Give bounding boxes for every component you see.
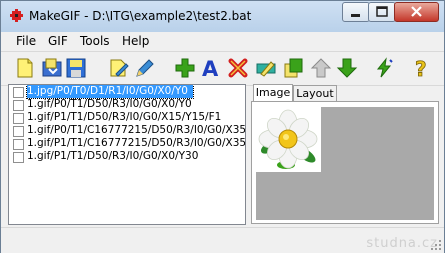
open-file-button[interactable] bbox=[41, 57, 63, 79]
move-up-button[interactable] bbox=[310, 57, 332, 79]
menu-file[interactable]: File bbox=[16, 34, 36, 48]
add-text-button[interactable]: A bbox=[200, 57, 222, 81]
copy-item-button[interactable] bbox=[282, 57, 304, 79]
move-down-button[interactable] bbox=[336, 57, 358, 79]
save-file-button[interactable] bbox=[65, 57, 87, 79]
list-item-text: 1.gif/P1/T1/C16777215/D50/R3/I0/G0/X35 bbox=[27, 137, 246, 149]
script-list[interactable]: 1.jpg/P0/T0/D1/R1/I0/G0/X0/Y0 1.gif/P0/T… bbox=[8, 84, 246, 225]
menu-gif[interactable]: GIF bbox=[48, 34, 68, 48]
svg-text:?: ? bbox=[415, 57, 427, 79]
close-icon bbox=[411, 6, 422, 17]
minimize-button[interactable] bbox=[342, 2, 370, 22]
list-item-text: 1.gif/P0/T1/D50/R3/I0/G0/X0/Y0 bbox=[27, 98, 192, 110]
watermark: studna.cz bbox=[366, 236, 438, 251]
maximize-button[interactable] bbox=[368, 2, 396, 22]
save-file-icon bbox=[66, 58, 86, 78]
arrow-down-icon bbox=[336, 58, 358, 78]
tab-layout[interactable]: Layout bbox=[293, 85, 337, 101]
edit-file-icon bbox=[110, 59, 129, 77]
pen-icon bbox=[136, 59, 154, 77]
tab-panel-image bbox=[251, 101, 439, 224]
close-button[interactable] bbox=[394, 2, 439, 22]
menu-help[interactable]: Help bbox=[122, 34, 149, 48]
arrow-up-icon bbox=[310, 58, 332, 78]
plus-icon bbox=[175, 58, 195, 78]
copy-icon bbox=[284, 58, 303, 78]
new-file-button[interactable] bbox=[14, 57, 36, 79]
help-button[interactable]: ? bbox=[411, 57, 433, 82]
run-button[interactable] bbox=[373, 57, 395, 79]
question-icon: ? bbox=[415, 57, 427, 82]
lightning-icon bbox=[376, 57, 393, 78]
list-item-text: 1.jpg/P0/T0/D1/R1/I0/G0/X0/Y0 bbox=[26, 85, 194, 99]
window-title: MakeGIF - D:\ITG\example2\test2.bat bbox=[29, 9, 252, 23]
resize-grip-icon[interactable] bbox=[430, 239, 442, 251]
list-item-text: 1.gif/P1/T1/D50/R3/I0/G0/X15/Y15/F1 bbox=[27, 111, 222, 123]
open-file-icon bbox=[42, 58, 62, 77]
menu-tools[interactable]: Tools bbox=[80, 34, 110, 48]
new-file-icon bbox=[17, 58, 33, 78]
row-checkbox[interactable] bbox=[13, 100, 24, 111]
svg-text:A: A bbox=[202, 57, 219, 79]
list-item-text: 1.gif/P1/T1/D50/R3/I0/G0/X0/Y30 bbox=[27, 150, 199, 162]
edit-pen-button[interactable] bbox=[134, 57, 156, 79]
preview-panel: Image Layout bbox=[249, 84, 439, 224]
row-checkbox[interactable] bbox=[13, 87, 24, 98]
toolbar: A ? bbox=[1, 51, 444, 86]
edit-item-icon bbox=[256, 61, 276, 77]
minimize-icon bbox=[351, 14, 360, 17]
add-item-button[interactable] bbox=[174, 57, 196, 79]
list-item[interactable]: 1.gif/P1/T1/D50/R3/I0/G0/X0/Y30 bbox=[9, 150, 245, 164]
menu-bar: File GIF Tools Help bbox=[1, 32, 444, 50]
delete-icon bbox=[228, 58, 248, 78]
maximize-icon bbox=[376, 6, 388, 17]
list-item-text: 1.gif/P0/T1/C16777215/D50/R3/I0/G0/X35 bbox=[27, 124, 246, 136]
tab-image[interactable]: Image bbox=[253, 84, 293, 102]
edit-file-button[interactable] bbox=[108, 57, 130, 79]
status-bar: studna.cz bbox=[1, 227, 444, 253]
text-a-icon: A bbox=[202, 57, 219, 81]
app-icon[interactable] bbox=[9, 8, 24, 23]
row-checkbox[interactable] bbox=[13, 113, 24, 124]
delete-item-button[interactable] bbox=[227, 57, 249, 79]
edit-item-button[interactable] bbox=[255, 57, 277, 79]
row-checkbox[interactable] bbox=[13, 126, 24, 137]
row-checkbox[interactable] bbox=[13, 152, 24, 163]
flower-image bbox=[256, 107, 321, 172]
title-bar[interactable]: MakeGIF - D:\ITG\example2\test2.bat bbox=[1, 1, 444, 32]
makegif-window: MakeGIF - D:\ITG\example2\test2.bat File… bbox=[0, 0, 445, 253]
image-canvas bbox=[256, 107, 434, 220]
row-checkbox[interactable] bbox=[13, 139, 24, 150]
